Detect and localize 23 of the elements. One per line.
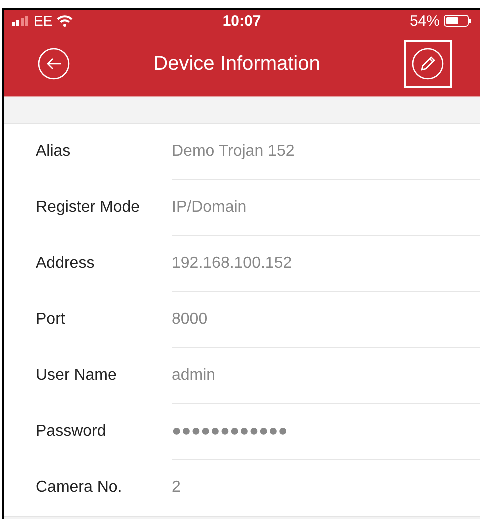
field-value: IP/Domain bbox=[172, 198, 247, 216]
field-value: 2 bbox=[172, 479, 181, 497]
field-label: Port bbox=[35, 310, 66, 330]
field-label: Camera No. bbox=[35, 478, 124, 498]
field-value: Demo Trojan 152 bbox=[172, 142, 295, 160]
carrier-name: EE bbox=[34, 13, 53, 29]
status-time: 10:07 bbox=[222, 12, 262, 30]
wifi-icon bbox=[56, 15, 73, 27]
field-label: User Name bbox=[35, 366, 118, 386]
field-value: 192.168.100.152 bbox=[172, 254, 292, 272]
field-value: admin bbox=[172, 366, 216, 384]
battery-icon bbox=[444, 15, 472, 27]
back-button[interactable] bbox=[38, 48, 70, 80]
field-value: 8000 bbox=[172, 310, 208, 328]
field-label: Register Mode bbox=[35, 198, 142, 218]
battery-percent: 54% bbox=[410, 12, 440, 30]
field-label: Address bbox=[35, 254, 96, 274]
field-label: Alias bbox=[35, 142, 72, 162]
edit-button[interactable] bbox=[404, 40, 452, 88]
field-label: Password bbox=[35, 422, 108, 442]
screen-title: Device Information bbox=[154, 52, 320, 76]
field-value: ●●●●●●●●●●●● bbox=[172, 422, 288, 440]
signal-icon bbox=[12, 16, 30, 26]
